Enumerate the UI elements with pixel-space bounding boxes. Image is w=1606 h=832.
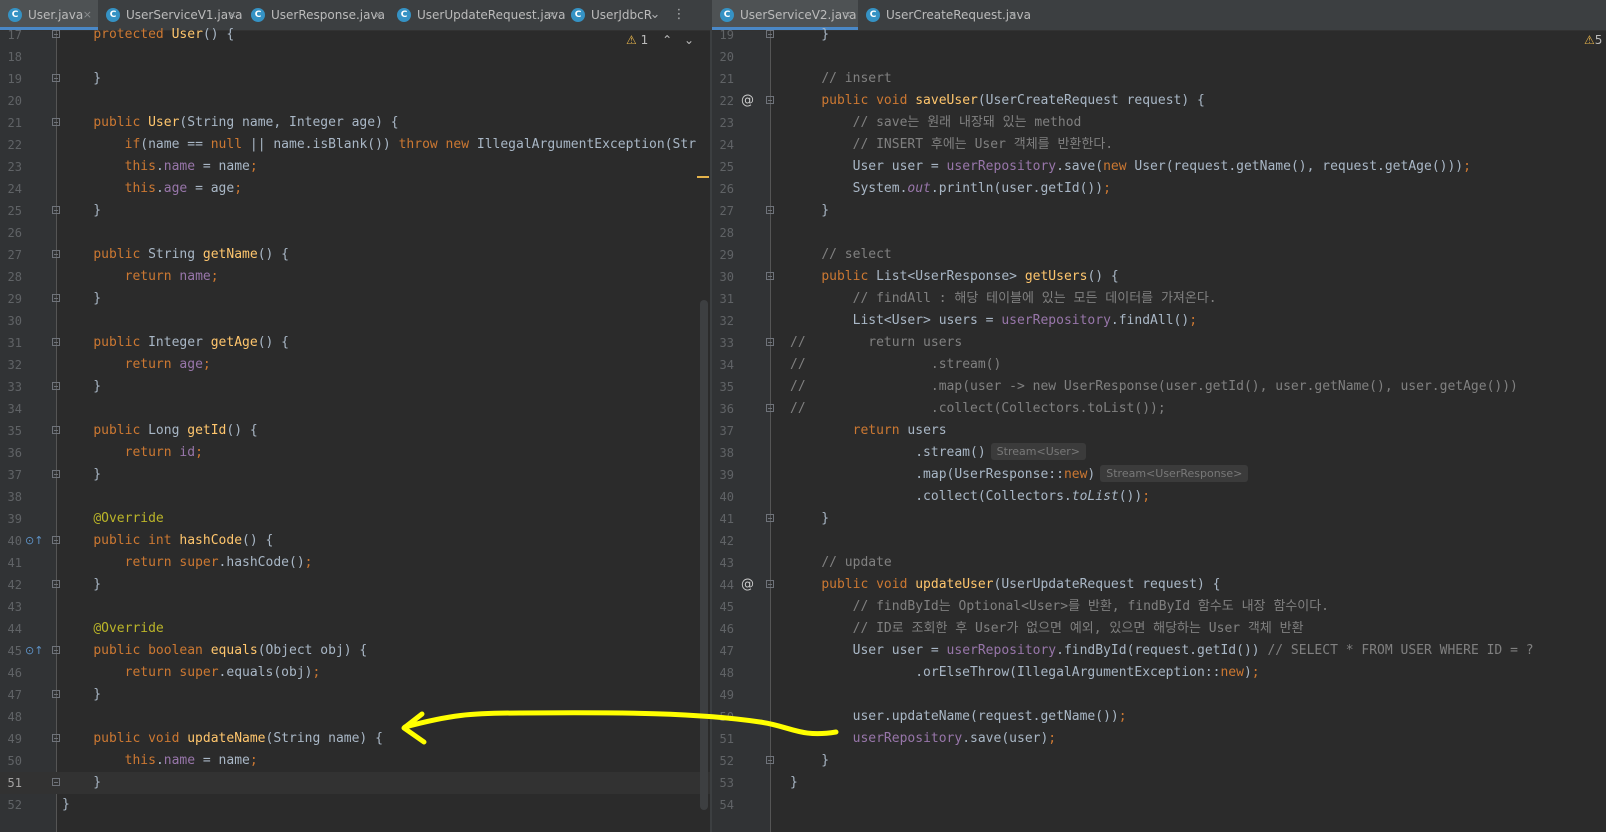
arrow-head [401,711,427,745]
arrow-curve [402,710,839,737]
hand-drawn-arrow-annotation [401,710,839,745]
